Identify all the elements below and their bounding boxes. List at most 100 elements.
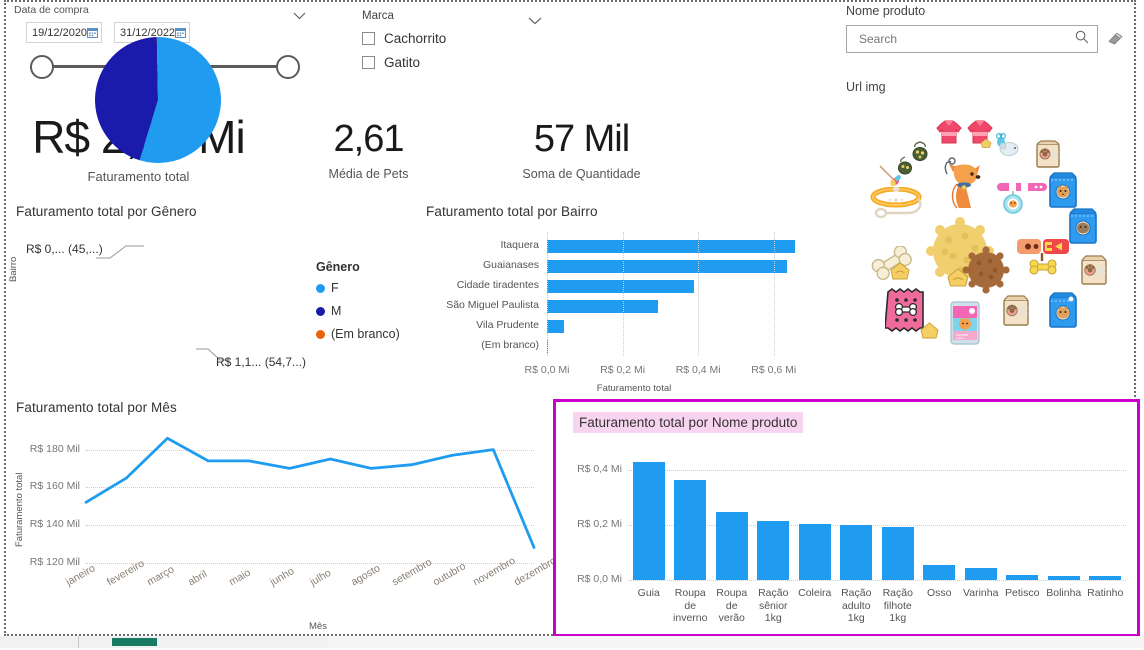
slider-handle-end[interactable] (276, 55, 300, 79)
nome-produto-slicer[interactable]: Nome produto (846, 2, 1142, 62)
produto-bar[interactable] (1047, 575, 1080, 580)
produto-bar[interactable] (840, 525, 873, 580)
food-bag-kraft-icon[interactable] (1002, 295, 1030, 331)
bairro-bar[interactable] (547, 320, 564, 333)
produto-category-label: Ração sênior 1kg (758, 587, 789, 624)
collar-leash-icon[interactable] (870, 186, 930, 226)
line-gridline (86, 524, 534, 526)
dog-icon[interactable] (937, 156, 981, 217)
kpi-caption: Soma de Quantidade (522, 167, 641, 181)
food-bag-kraft-icon[interactable] (1035, 140, 1061, 173)
produto-bar[interactable] (798, 523, 831, 580)
marca-option-gatito[interactable]: Gatito (362, 55, 552, 70)
food-bag-blue-icon[interactable] (1048, 292, 1078, 333)
produto-category-label: Roupa de verão (716, 587, 748, 624)
marca-option-cachorrito[interactable]: Cachorrito (362, 31, 552, 46)
produto-axis-tick-y: R$ 0,2 Mi (577, 518, 622, 531)
bairro-bar[interactable] (547, 240, 795, 253)
line-axis-tick-y: R$ 120 Mil (29, 555, 80, 568)
chevron-down-icon[interactable] (528, 12, 542, 30)
marca-option-label: Cachorrito (384, 31, 447, 46)
kpi-caption: Faturamento total (87, 169, 190, 184)
tag-icon[interactable] (947, 268, 969, 293)
produto-bar[interactable] (632, 462, 665, 580)
sweater-icon[interactable] (934, 118, 964, 151)
date-start-value: 19/12/2020 (32, 26, 88, 39)
taskbar[interactable] (0, 636, 1144, 648)
line-gridline (86, 487, 534, 489)
tag-icon[interactable] (980, 136, 992, 154)
tag-icon[interactable] (920, 322, 939, 345)
produto-axis-tick-y: R$ 0,0 Mi (577, 573, 622, 585)
mouse-toy-icon[interactable] (993, 132, 1023, 163)
produto-category-label: Ração adulto 1kg (841, 587, 872, 624)
chart-title: Faturamento total por Nome produto (573, 412, 804, 433)
produto-bar[interactable] (923, 564, 956, 580)
search-icon[interactable] (1075, 30, 1089, 49)
line-axis-tick-y: R$ 140 Mil (29, 517, 80, 530)
food-bag-kraft-icon[interactable] (1080, 255, 1108, 290)
marca-slicer[interactable]: Marca Cachorrito Gatito (362, 10, 552, 84)
bairro-bar[interactable] (547, 260, 787, 273)
tag-icon[interactable] (890, 262, 910, 286)
produto-bar[interactable] (1089, 576, 1122, 580)
pie-data-label-f: R$ 1,1... (54,7...) (216, 355, 307, 369)
report-page: Data de compra 19/12/2020 31/12/2022 Mar… (4, 0, 1140, 637)
chew-toy-icon[interactable] (1015, 236, 1071, 283)
food-bag-blue-icon[interactable] (1068, 208, 1098, 249)
pie-chart-graphic[interactable] (94, 36, 222, 164)
bairro-axis-tick-x: R$ 0,6 Mi (751, 364, 797, 376)
taskbar-active-item[interactable] (112, 638, 157, 646)
bairro-bar[interactable] (547, 300, 659, 313)
chart-title: Faturamento total por Mês (16, 400, 177, 415)
bairro-axis-tick-x: R$ 0,2 Mi (600, 364, 646, 376)
product-image-cloud[interactable] (852, 98, 1140, 394)
nome-produto-slicer-title: Nome produto (846, 4, 926, 18)
date-start-field[interactable]: 19/12/2020 (26, 22, 102, 43)
kpi-card-media-de-pets[interactable]: 2,61 Média de Pets (296, 120, 441, 181)
produto-category-label: Coleira (798, 587, 832, 599)
bairro-category-label: Guaianases (482, 259, 539, 271)
produto-category-label: Ratinho (1087, 587, 1124, 599)
produto-bar[interactable] (674, 480, 707, 580)
produto-bar[interactable] (757, 521, 790, 580)
search-box[interactable] (846, 25, 1098, 53)
produto-category-label: Ração filhote 1kg (882, 587, 913, 624)
bar-chart-faturamento-por-nome-produto[interactable]: Faturamento total por Nome produto R$ 0,… (553, 399, 1140, 637)
bairro-bar[interactable] (547, 280, 695, 293)
checkbox-icon[interactable] (362, 56, 375, 69)
url-img-title: Url img (846, 80, 886, 94)
produto-bar[interactable] (715, 511, 748, 580)
line-axis-tick-y: R$ 180 Mil (29, 442, 80, 455)
produto-category-label: Petisco (1005, 587, 1040, 599)
produto-bar[interactable] (881, 526, 914, 580)
line-chart-faturamento-por-mes[interactable]: Faturamento total por Mês (14, 398, 542, 636)
chart-title: Faturamento total por Bairro (426, 204, 598, 219)
kpi-card-soma-de-quantidade[interactable]: 57 Mil Soma de Quantidade (474, 120, 689, 181)
produto-category-label: Osso (926, 587, 952, 599)
kpi-value: 57 Mil (533, 118, 630, 160)
bairro-category-label: Vila Prudente (476, 319, 539, 331)
date-slicer-title: Data de compra (14, 4, 89, 16)
produto-bar[interactable] (1006, 575, 1039, 580)
produto-gridline (628, 580, 1126, 581)
clear-filter-eraser-icon[interactable] (1106, 30, 1124, 48)
collar-with-tag-icon[interactable] (995, 180, 1049, 221)
food-bag-blue-icon[interactable] (1048, 172, 1078, 213)
line-gridline (86, 449, 534, 451)
search-input[interactable] (857, 31, 1075, 47)
bairro-gridline (773, 232, 775, 356)
chevron-down-icon[interactable] (293, 7, 306, 25)
marca-option-label: Gatito (384, 55, 421, 70)
bairro-axis-tick-x: R$ 0,0 Mi (524, 364, 570, 376)
cat-food-can-icon[interactable] (948, 300, 982, 351)
bairro-category-label: Itaquera (500, 239, 539, 251)
bairro-category-label: São Miguel Paulista (446, 299, 539, 311)
report-canvas: Data de compra 19/12/2020 31/12/2022 Mar… (6, 2, 1140, 637)
spiky-ball-toy-icon[interactable] (962, 246, 1010, 299)
slider-handle-start[interactable] (30, 55, 54, 79)
checkbox-icon[interactable] (362, 32, 375, 45)
marca-slicer-title: Marca (362, 10, 394, 22)
line-axis-title-x: Mês (309, 621, 327, 632)
produto-bar[interactable] (964, 567, 997, 580)
